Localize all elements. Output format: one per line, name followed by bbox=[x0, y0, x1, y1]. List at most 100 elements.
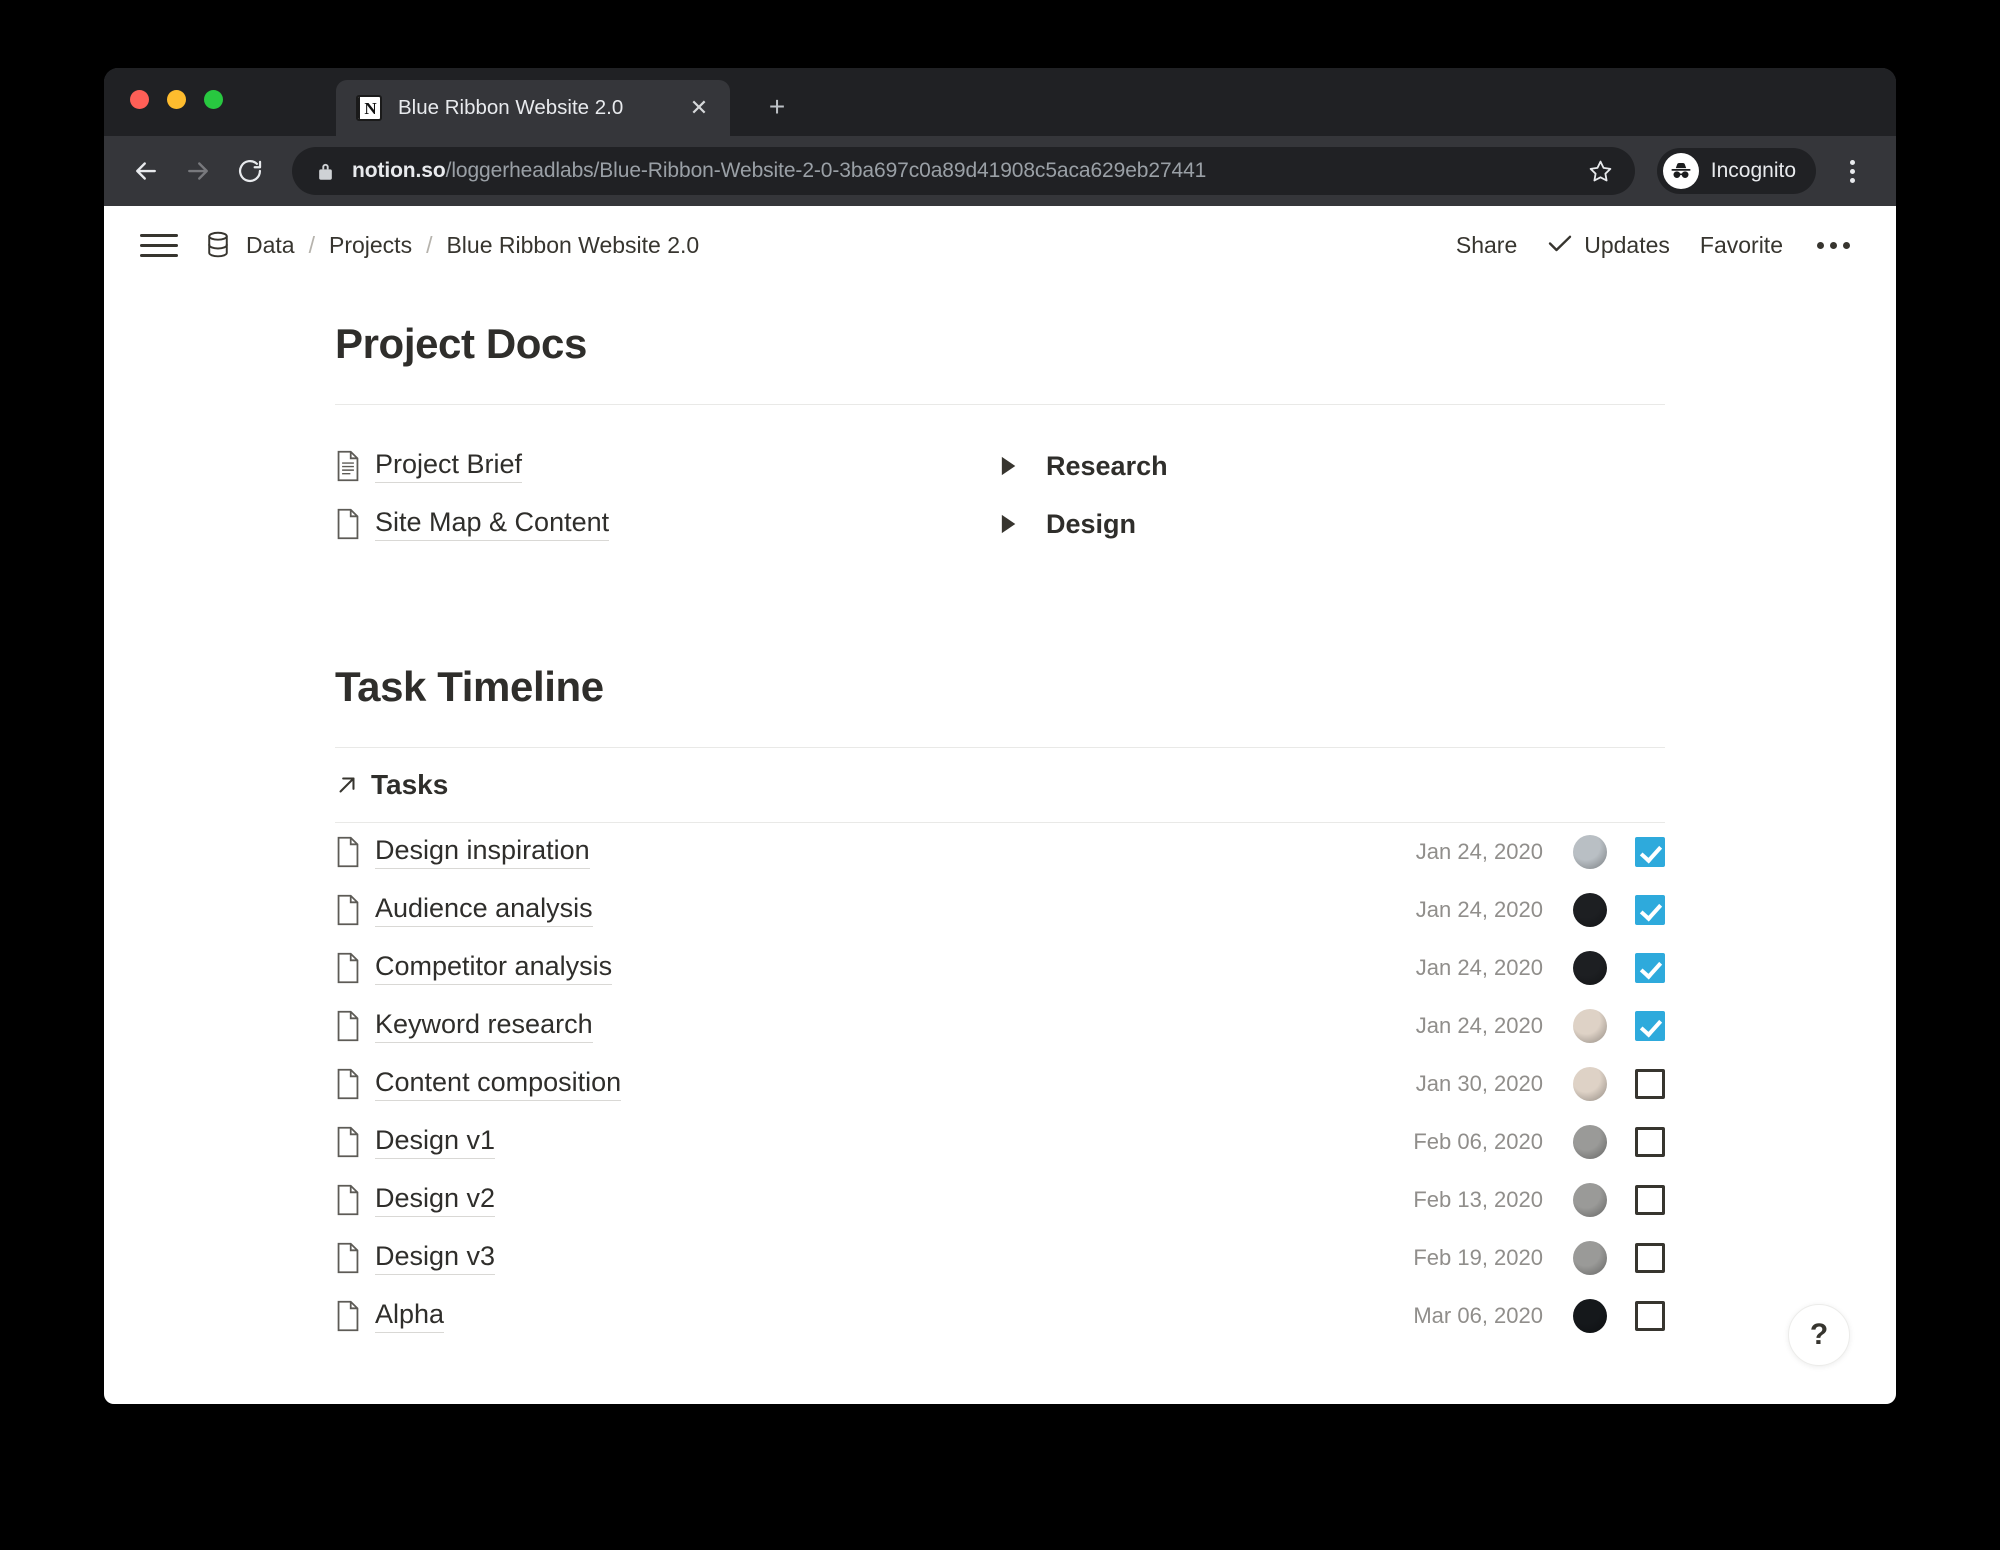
updates-button[interactable]: Updates bbox=[1547, 232, 1670, 259]
section-divider bbox=[335, 404, 1665, 405]
browser-window: N Blue Ribbon Website 2.0 ✕ + notion.so / bbox=[104, 68, 1896, 1404]
page-content: Project Docs Project Brief Site Map & Co… bbox=[335, 320, 1665, 1345]
table-row[interactable]: Competitor analysis Jan 24, 2020 bbox=[335, 939, 1665, 997]
task-name-label: Audience analysis bbox=[375, 893, 593, 928]
sidebar-toggle-icon[interactable] bbox=[140, 226, 178, 264]
list-item-label: Project Brief bbox=[375, 449, 523, 484]
back-icon[interactable] bbox=[122, 147, 170, 195]
incognito-profile-button[interactable]: Incognito bbox=[1656, 148, 1816, 194]
profile-label: Incognito bbox=[1710, 159, 1796, 182]
table-row[interactable]: Audience analysis Jan 24, 2020 bbox=[335, 881, 1665, 939]
avatar bbox=[1573, 1299, 1607, 1333]
updates-label: Updates bbox=[1584, 231, 1670, 258]
document-blank-icon bbox=[335, 1126, 375, 1158]
share-button[interactable]: Share bbox=[1456, 232, 1517, 259]
task-done-checkbox[interactable] bbox=[1635, 837, 1665, 867]
toggle-triangle-icon[interactable] bbox=[1000, 514, 1046, 534]
task-name-label: Alpha bbox=[375, 1299, 445, 1334]
breadcrumb-separator: / bbox=[308, 231, 315, 258]
close-tab-icon[interactable]: ✕ bbox=[684, 93, 714, 123]
page-title: Project Docs bbox=[335, 320, 587, 367]
forward-icon[interactable] bbox=[174, 147, 222, 195]
task-name-label: Design v1 bbox=[375, 1125, 496, 1160]
close-window-button[interactable] bbox=[130, 90, 149, 109]
task-date-cell: Jan 24, 2020 bbox=[1415, 955, 1543, 980]
table-row[interactable]: Content composition Jan 30, 2020 bbox=[335, 1055, 1665, 1113]
reload-icon[interactable] bbox=[226, 147, 274, 195]
task-done-checkbox[interactable] bbox=[1635, 1127, 1665, 1157]
linked-database-title[interactable]: Tasks bbox=[335, 748, 1665, 822]
avatar bbox=[1573, 951, 1607, 985]
document-blank-icon bbox=[335, 1010, 375, 1042]
document-blank-icon bbox=[335, 836, 375, 868]
list-item[interactable]: Project Brief bbox=[335, 437, 1000, 495]
help-button[interactable]: ? bbox=[1788, 1304, 1850, 1366]
table-row[interactable]: Design v3 Feb 19, 2020 bbox=[335, 1229, 1665, 1287]
more-options-icon[interactable] bbox=[1813, 241, 1850, 249]
minimize-window-button[interactable] bbox=[167, 90, 186, 109]
notion-icon: N bbox=[356, 95, 382, 121]
task-date-cell: Jan 24, 2020 bbox=[1415, 1013, 1543, 1038]
breadcrumb-separator: / bbox=[426, 231, 433, 258]
list-item-label: Site Map & Content bbox=[375, 507, 610, 542]
section-title-task-timeline: Task Timeline bbox=[335, 663, 604, 710]
browser-menu-icon[interactable] bbox=[1830, 149, 1874, 193]
check-icon bbox=[1547, 232, 1573, 259]
task-name-label: Design v2 bbox=[375, 1183, 496, 1218]
task-name-cell: Competitor analysis bbox=[335, 951, 1416, 986]
task-date-cell: Jan 24, 2020 bbox=[1415, 839, 1543, 864]
avatar bbox=[1573, 835, 1607, 869]
task-done-checkbox[interactable] bbox=[1635, 1185, 1665, 1215]
task-done-checkbox[interactable] bbox=[1635, 895, 1665, 925]
document-blank-icon bbox=[335, 1300, 375, 1332]
task-done-checkbox[interactable] bbox=[1635, 1069, 1665, 1099]
url-path: /loggerheadlabs/Blue-Ribbon-Website-2-0-… bbox=[445, 159, 1207, 182]
task-done-checkbox[interactable] bbox=[1635, 1011, 1665, 1041]
list-item[interactable]: Research bbox=[1000, 437, 1665, 495]
url-text: notion.so/loggerheadlabs/Blue-Ribbon-Web… bbox=[352, 159, 1575, 183]
table-row[interactable]: Alpha Mar 06, 2020 bbox=[335, 1287, 1665, 1345]
avatar bbox=[1573, 1241, 1607, 1275]
task-date-cell: Jan 24, 2020 bbox=[1415, 897, 1543, 922]
table-row[interactable]: Keyword research Jan 24, 2020 bbox=[335, 997, 1665, 1055]
avatar bbox=[1573, 1183, 1607, 1217]
task-name-cell: Content composition bbox=[335, 1067, 1416, 1102]
task-done-checkbox[interactable] bbox=[1635, 1243, 1665, 1273]
table-row[interactable]: Design inspiration Jan 24, 2020 bbox=[335, 823, 1665, 881]
arrow-up-right-icon bbox=[335, 773, 371, 797]
task-name-label: Competitor analysis bbox=[375, 951, 613, 986]
breadcrumb-item-projects[interactable]: Projects bbox=[327, 228, 414, 263]
browser-toolbar: notion.so/loggerheadlabs/Blue-Ribbon-Web… bbox=[104, 136, 1896, 206]
tab-title: Blue Ribbon Website 2.0 bbox=[398, 96, 624, 119]
new-tab-button[interactable]: + bbox=[758, 88, 796, 126]
list-item[interactable]: Site Map & Content bbox=[335, 495, 1000, 553]
toggle-triangle-icon[interactable] bbox=[1000, 456, 1046, 476]
bookmark-star-icon[interactable] bbox=[1581, 158, 1621, 185]
document-blank-icon bbox=[335, 508, 375, 540]
list-item[interactable]: Design bbox=[1000, 495, 1665, 553]
browser-tab[interactable]: N Blue Ribbon Website 2.0 ✕ bbox=[336, 80, 730, 136]
task-name-cell: Audience analysis bbox=[335, 893, 1416, 928]
incognito-icon bbox=[1662, 153, 1699, 189]
breadcrumb-item-current-page[interactable]: Blue Ribbon Website 2.0 bbox=[444, 228, 701, 263]
task-name-label: Design inspiration bbox=[375, 835, 590, 870]
maximize-window-button[interactable] bbox=[204, 90, 223, 109]
task-date-cell: Feb 13, 2020 bbox=[1413, 1187, 1543, 1212]
task-done-checkbox[interactable] bbox=[1635, 953, 1665, 983]
breadcrumb-item-data[interactable]: Data bbox=[244, 228, 297, 263]
task-done-checkbox[interactable] bbox=[1635, 1301, 1665, 1331]
task-name-cell: Design inspiration bbox=[335, 835, 1416, 870]
address-bar[interactable]: notion.so/loggerheadlabs/Blue-Ribbon-Web… bbox=[292, 147, 1635, 195]
avatar bbox=[1573, 1009, 1607, 1043]
avatar bbox=[1573, 1067, 1607, 1101]
task-date-cell: Feb 19, 2020 bbox=[1413, 1245, 1543, 1270]
project-docs-columns: Project Brief Site Map & Content Researc… bbox=[335, 437, 1665, 553]
task-date-cell: Jan 30, 2020 bbox=[1415, 1071, 1543, 1096]
task-name-cell: Design v3 bbox=[335, 1241, 1413, 1276]
favorite-button[interactable]: Favorite bbox=[1700, 232, 1783, 259]
url-host: notion.so bbox=[352, 159, 446, 182]
document-blank-icon bbox=[335, 894, 375, 926]
table-row[interactable]: Design v2 Feb 13, 2020 bbox=[335, 1171, 1665, 1229]
table-row[interactable]: Design v1 Feb 06, 2020 bbox=[335, 1113, 1665, 1171]
screen: N Blue Ribbon Website 2.0 ✕ + notion.so / bbox=[0, 0, 2000, 1550]
